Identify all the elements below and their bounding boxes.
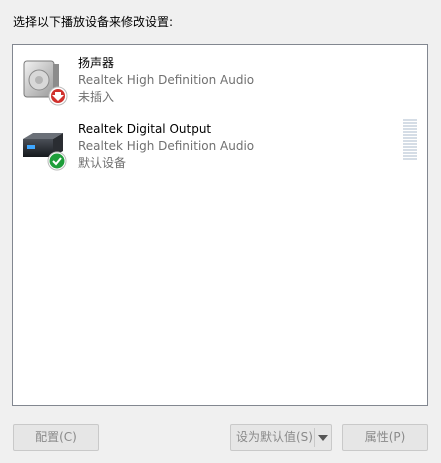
volume-level-meter [402, 119, 418, 161]
configure-button[interactable]: 配置(C) [13, 424, 99, 451]
device-status: 未插入 [78, 90, 115, 104]
set-default-button[interactable]: 设为默认值(S) [230, 424, 332, 451]
speaker-icon [23, 60, 68, 106]
split-separator [314, 428, 315, 447]
device-item-speaker[interactable]: 扬声器 Realtek High Definition Audio 未插入 [17, 53, 423, 109]
chevron-down-icon[interactable] [318, 435, 328, 441]
set-default-label: 设为默认值(S) [236, 430, 313, 444]
device-item-digital-output[interactable]: Realtek Digital Output Realtek High Defi… [17, 119, 423, 175]
default-check-badge-icon [49, 153, 65, 169]
device-name: Realtek Digital Output [78, 122, 212, 136]
device-description: Realtek High Definition Audio [78, 139, 255, 153]
device-status: 默认设备 [78, 156, 127, 170]
properties-button[interactable]: 属性(P) [342, 424, 428, 451]
digital-output-icon [23, 133, 67, 171]
device-name: 扬声器 [78, 56, 115, 70]
playback-device-list[interactable]: 扬声器 Realtek High Definition Audio 未插入 Re… [12, 44, 428, 406]
device-description: Realtek High Definition Audio [78, 73, 255, 87]
instruction-label: 选择以下播放设备来修改设置: [13, 15, 174, 29]
